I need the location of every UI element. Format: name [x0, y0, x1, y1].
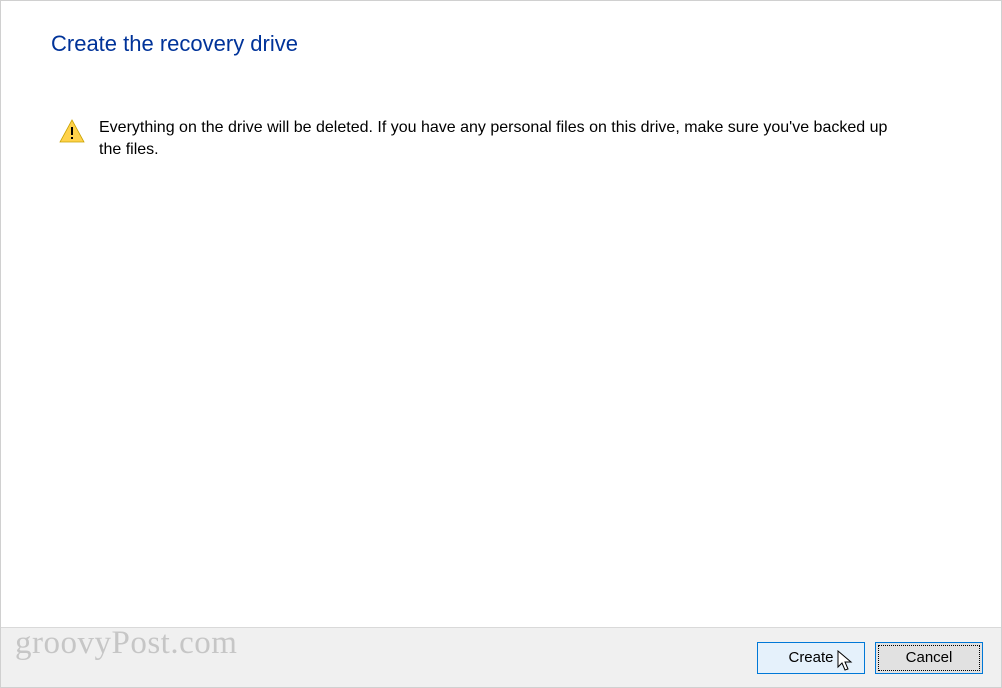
footer-bar: Create Cancel — [1, 627, 1001, 687]
create-button[interactable]: Create — [757, 642, 865, 674]
dialog-window: Create the recovery drive Everything on … — [0, 0, 1002, 688]
content-area: Create the recovery drive Everything on … — [1, 1, 1001, 162]
warning-icon — [59, 119, 85, 148]
warning-message: Everything on the drive will be deleted.… — [51, 117, 951, 162]
warning-text: Everything on the drive will be deleted.… — [99, 117, 889, 162]
dialog-title: Create the recovery drive — [51, 31, 951, 57]
cancel-button[interactable]: Cancel — [875, 642, 983, 674]
